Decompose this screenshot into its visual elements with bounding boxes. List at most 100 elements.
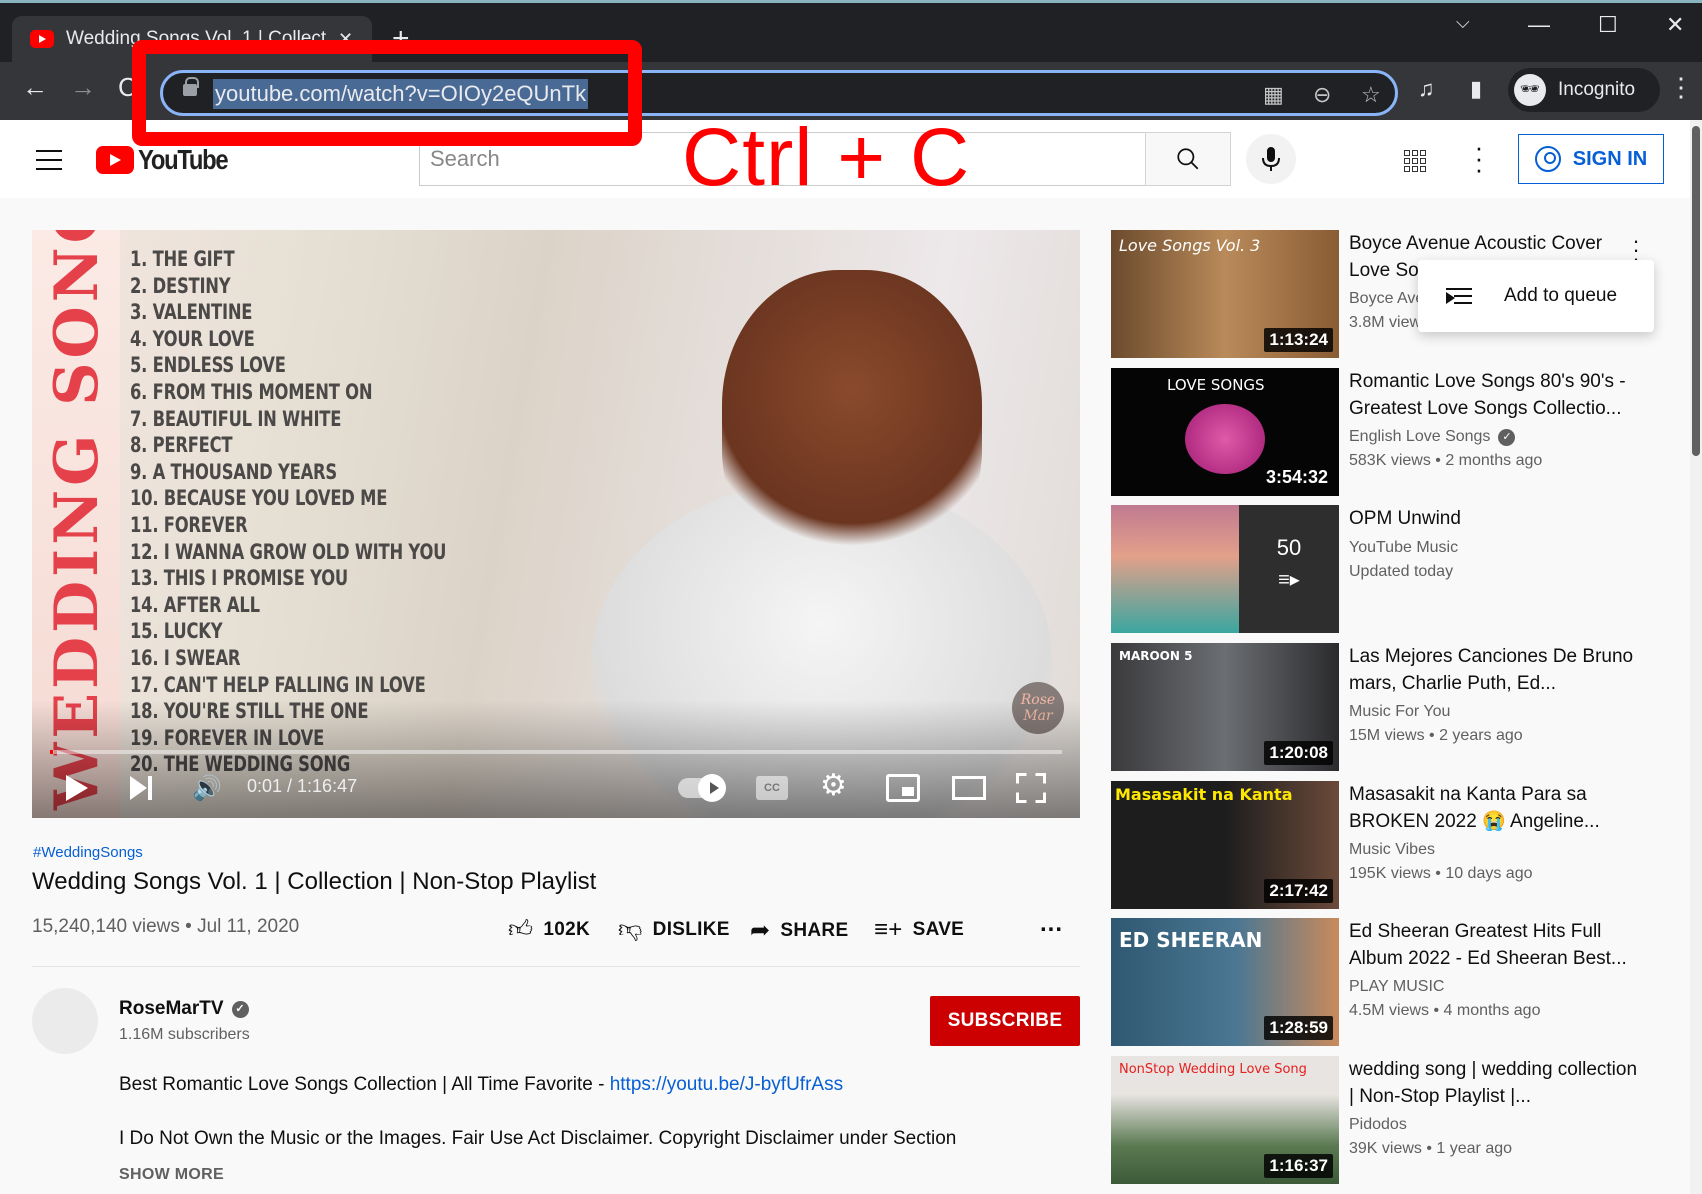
channel-name-link[interactable]: RoseMarTV ✓ (119, 998, 249, 1020)
recommendation-item[interactable]: Masasakit na Kanta 2:17:42 Masasakit na … (1111, 781, 1671, 909)
video-thumbnail[interactable]: Masasakit na Kanta 2:17:42 (1111, 781, 1339, 909)
recommendation-channel[interactable]: PLAY MUSIC (1349, 978, 1444, 996)
video-thumbnail[interactable]: Love Songs Vol. 3 1:13:24 (1111, 230, 1339, 358)
channel-avatar[interactable] (32, 988, 98, 1054)
thumbs-up-icon: 👍︎ (508, 916, 534, 943)
incognito-label: Incognito (1558, 79, 1636, 100)
recommendation-title[interactable]: OPM Unwind (1349, 505, 1639, 532)
url-text[interactable]: youtube.com/watch?v=OIOy2eQUnTk (213, 79, 589, 109)
settings-gear-icon[interactable]: ⚙ (820, 768, 847, 803)
recommendation-title[interactable]: wedding song | wedding collection | Non-… (1349, 1056, 1639, 1110)
like-button[interactable]: 👍︎ 102K (508, 916, 590, 944)
video-thumbnail[interactable]: NonStop Wedding Love Song 1:16:37 (1111, 1056, 1339, 1184)
channel-name: RoseMarTV (119, 998, 224, 1019)
recommendation-item[interactable]: ED SHEERAN 1:28:59 Ed Sheeran Greatest H… (1111, 918, 1671, 1046)
more-options-icon[interactable]: · · · (1631, 230, 1641, 270)
maximize-button[interactable]: ☐ (1598, 12, 1618, 38)
lock-icon[interactable] (183, 77, 199, 96)
volume-icon[interactable]: 🔊 (192, 774, 222, 803)
recommendation-title[interactable]: Romantic Love Songs 80's 90's - Greatest… (1349, 368, 1639, 422)
next-button-icon[interactable] (130, 776, 154, 800)
description-line-2: I Do Not Own the Music or the Images. Fa… (119, 1128, 957, 1149)
page-scrollbar[interactable] (1690, 120, 1702, 1194)
recommendation-channel[interactable]: Music Vibes (1349, 841, 1435, 859)
duration-badge: 1:16:37 (1264, 1154, 1333, 1178)
duration-badge: 2:17:42 (1264, 879, 1333, 903)
dislike-button[interactable]: 👎︎ DISLIKE (618, 916, 730, 944)
recommendation-item[interactable]: NonStop Wedding Love Song 1:16:37 weddin… (1111, 1056, 1671, 1184)
forward-button[interactable]: → (70, 72, 96, 103)
song-list-item: 15. LUCKY (130, 619, 223, 644)
close-window-button[interactable]: ✕ (1666, 12, 1684, 38)
song-list-item: 9. A THOUSAND YEARS (130, 459, 337, 484)
apps-grid-icon[interactable] (1404, 150, 1426, 172)
add-to-queue-menu-item[interactable]: Add to queue (1504, 285, 1617, 307)
tab-close-icon[interactable]: ✕ (338, 29, 353, 50)
autoplay-toggle[interactable] (678, 774, 726, 802)
hamburger-menu-icon[interactable] (36, 150, 62, 170)
bookmark-star-icon[interactable]: ☆ (1361, 82, 1381, 108)
song-list-item: 5. ENDLESS LOVE (130, 353, 286, 378)
progress-bar[interactable] (50, 750, 1062, 754)
recommendation-channel[interactable]: English Love Songs ✓ (1349, 428, 1516, 446)
browser-tab[interactable]: Wedding Songs Vol. 1 | Collection | Non-… (12, 16, 372, 62)
recommendation-title[interactable]: Masasakit na Kanta Para sa BROKEN 2022 😭… (1349, 781, 1639, 835)
add-to-queue-icon (1446, 287, 1472, 305)
save-button[interactable]: ≡+ SAVE (874, 916, 964, 944)
voice-search-button[interactable] (1246, 134, 1296, 184)
incognito-profile[interactable]: 🕶 Incognito (1508, 68, 1660, 112)
recommendation-title[interactable]: Ed Sheeran Greatest Hits Full Album 2022… (1349, 918, 1639, 972)
subscriber-count: 1.16M subscribers (119, 1026, 250, 1043)
show-more-button[interactable]: SHOW MORE (119, 1166, 224, 1184)
playlist-thumbnail[interactable]: 50 ≡▸ (1111, 505, 1339, 633)
recommendation-title[interactable]: Las Mejores Canciones De Bruno mars, Cha… (1349, 643, 1639, 697)
fullscreen-icon[interactable] (1016, 773, 1046, 803)
context-menu: Add to queue (1418, 260, 1654, 332)
thumbnail-text: LOVE SONGS (1167, 376, 1265, 394)
recommendation-item[interactable]: 50 ≡▸ OPM Unwind YouTube Music Updated t… (1111, 505, 1671, 633)
captions-icon[interactable]: CC (756, 776, 788, 800)
more-actions-button[interactable]: ... (1040, 910, 1063, 938)
settings-more-icon[interactable]: · · · (1472, 134, 1486, 182)
recommendation-channel[interactable]: Music For You (1349, 703, 1450, 721)
youtube-logo[interactable]: YouTube (96, 144, 243, 176)
scrollbar-thumb[interactable] (1692, 126, 1700, 456)
search-icon (1177, 148, 1199, 170)
recommendation-meta: 583K views • 2 months ago (1349, 452, 1543, 469)
new-tab-button[interactable]: + (392, 22, 410, 56)
sign-in-button[interactable]: SIGN IN (1518, 134, 1664, 184)
song-list-item: 17. CAN'T HELP FALLING IN LOVE (130, 672, 426, 697)
minimize-button[interactable]: — (1528, 12, 1550, 38)
description-link[interactable]: https://youtu.be/J-byfUfrAss (610, 1074, 843, 1095)
video-thumbnail[interactable]: ED SHEERAN 1:28:59 (1111, 918, 1339, 1046)
recommendation-channel[interactable]: Pidodos (1349, 1116, 1407, 1134)
zoom-icon[interactable]: ⊖ (1313, 82, 1331, 108)
play-button-icon[interactable] (66, 775, 88, 801)
account-icon (1534, 146, 1561, 172)
reload-button[interactable]: C (118, 72, 137, 103)
search-button[interactable] (1145, 132, 1231, 186)
like-count: 102K (543, 919, 591, 940)
theater-mode-icon[interactable] (952, 776, 986, 800)
dislike-label: DISLIKE (652, 919, 730, 940)
side-panel-icon[interactable]: ▮ (1470, 76, 1482, 102)
back-button[interactable]: ← (22, 72, 48, 103)
video-player[interactable]: WEDDING SONGS 1. THE GIFT 2. DESTINY 3. VA… (32, 230, 1080, 818)
recommendation-item[interactable]: LOVE SONGS 3:54:32 Romantic Love Songs 8… (1111, 368, 1671, 496)
verified-check-icon: ✓ (1498, 428, 1516, 446)
share-button[interactable]: ➦ SHARE (750, 916, 848, 945)
divider (32, 966, 1080, 967)
media-control-icon[interactable]: ♫ (1418, 76, 1435, 102)
miniplayer-icon[interactable] (886, 774, 920, 802)
recommendation-item[interactable]: MAROON 5 1:20:08 Las Mejores Canciones D… (1111, 643, 1671, 771)
subscribe-button[interactable]: SUBSCRIBE (930, 996, 1080, 1046)
hashtag-link[interactable]: #WeddingSongs (33, 844, 143, 861)
browser-menu-icon[interactable]: ⋮ (1668, 74, 1694, 100)
video-thumbnail[interactable]: MAROON 5 1:20:08 (1111, 643, 1339, 771)
recommendation-channel[interactable]: YouTube Music (1349, 539, 1458, 557)
song-list-item: 1. THE GIFT (130, 247, 235, 271)
qr-code-icon[interactable]: ▦ (1263, 82, 1284, 108)
video-thumbnail[interactable]: LOVE SONGS 3:54:32 (1111, 368, 1339, 496)
tab-search-icon[interactable]: ⌵ (1456, 12, 1470, 33)
verified-check-icon: ✓ (231, 1000, 249, 1018)
